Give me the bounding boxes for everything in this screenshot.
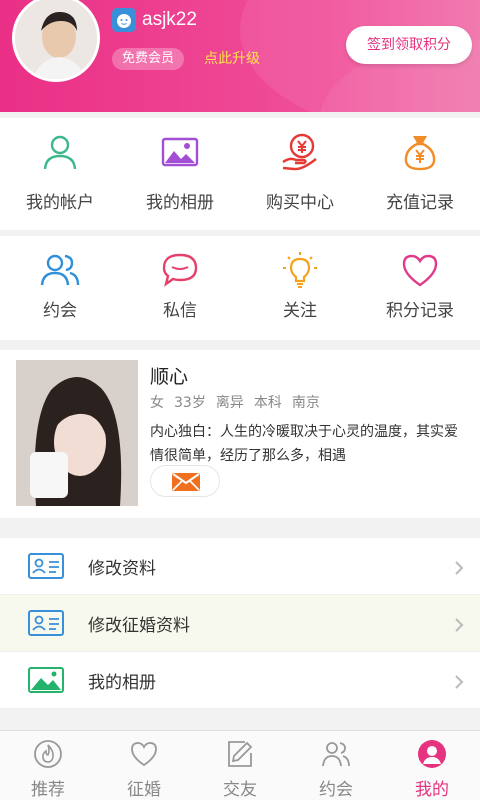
profile-age: 33岁 bbox=[174, 395, 206, 411]
profile-photo[interactable] bbox=[16, 360, 138, 506]
menu-item-edit-profile[interactable]: 修改资料 bbox=[0, 538, 480, 595]
tab-label: 征婚 bbox=[127, 780, 161, 800]
tab-label: 推荐 bbox=[31, 780, 65, 800]
tab-recommend[interactable]: 推荐 bbox=[0, 731, 96, 800]
tab-dating[interactable]: 约会 bbox=[288, 731, 384, 800]
grid-item-label: 约会 bbox=[43, 301, 77, 321]
settings-menu: 修改资料 修改征婚资料 我的相册 bbox=[0, 538, 480, 709]
grid-item-label: 积分记录 bbox=[386, 301, 454, 321]
grid-item-album[interactable]: 我的相册 bbox=[120, 118, 240, 230]
money-bag-icon bbox=[404, 136, 436, 171]
lightbulb-icon bbox=[283, 252, 317, 288]
grid-item-purchase[interactable]: 购买中心 bbox=[240, 118, 360, 230]
heart-icon bbox=[402, 254, 438, 287]
social-grid: 约会 私信 关注 积分记录 bbox=[0, 236, 480, 340]
chevron-right-icon bbox=[455, 675, 464, 689]
tab-label: 约会 bbox=[319, 780, 353, 800]
id-card-icon bbox=[28, 553, 64, 579]
sign-in-button[interactable]: 签到领取积分 bbox=[346, 26, 472, 64]
grid-item-follow[interactable]: 关注 bbox=[240, 236, 360, 340]
tab-label: 我的 bbox=[415, 780, 449, 800]
profile-bio: 内心独白：人生的冷暖取决于心灵的温度，其实爱情很简单，经历了那么多，相遇 bbox=[150, 424, 458, 464]
menu-item-edit-marriage-profile[interactable]: 修改征婚资料 bbox=[0, 595, 480, 652]
avatar[interactable] bbox=[12, 0, 100, 82]
grid-item-label: 我的帐户 bbox=[26, 193, 94, 213]
grid-item-recharge[interactable]: 充值记录 bbox=[360, 118, 480, 230]
envelope-icon bbox=[172, 473, 200, 491]
grid-item-dating[interactable]: 约会 bbox=[0, 236, 120, 340]
grid-item-label: 充值记录 bbox=[386, 193, 454, 213]
profile-name: 顺心 bbox=[150, 366, 189, 388]
user-icon bbox=[43, 135, 77, 170]
grid-item-points[interactable]: 积分记录 bbox=[360, 236, 480, 340]
profile-marital: 离异 bbox=[215, 395, 244, 411]
upgrade-link[interactable]: 点此升级 bbox=[204, 48, 260, 70]
profile-education: 本科 bbox=[253, 395, 282, 411]
people-icon bbox=[40, 254, 80, 286]
account-grid: 我的帐户 我的相册 购买中心 充值记录 bbox=[0, 118, 480, 230]
baby-icon bbox=[112, 8, 136, 32]
grid-item-messages[interactable]: 私信 bbox=[120, 236, 240, 340]
profile-gender: 女 bbox=[150, 395, 164, 411]
member-badge: 免费会员 bbox=[112, 48, 185, 70]
bottom-tab-bar: 推荐 征婚 交友 约会 我的 bbox=[0, 730, 480, 800]
username: asjk22 bbox=[142, 9, 197, 30]
grid-item-label: 购买中心 bbox=[266, 193, 334, 213]
menu-item-label: 修改资料 bbox=[88, 559, 156, 579]
heart-outline-icon bbox=[131, 742, 157, 767]
tab-marriage[interactable]: 征婚 bbox=[96, 731, 192, 800]
menu-item-my-album[interactable]: 我的相册 bbox=[0, 652, 480, 709]
profile-header: asjk22 免费会员 点此升级 签到领取积分 bbox=[0, 0, 480, 112]
album-icon bbox=[161, 137, 199, 167]
grid-item-label: 私信 bbox=[163, 301, 197, 321]
chevron-right-icon bbox=[455, 561, 464, 575]
chat-icon bbox=[162, 253, 198, 287]
menu-item-label: 我的相册 bbox=[88, 673, 156, 693]
flame-icon bbox=[34, 740, 62, 768]
photo-icon bbox=[28, 667, 64, 693]
id-card-icon bbox=[28, 610, 64, 636]
grid-item-label: 我的相册 bbox=[146, 193, 214, 213]
profile-icon bbox=[418, 740, 446, 768]
message-button[interactable] bbox=[150, 465, 220, 497]
people-icon bbox=[322, 742, 350, 767]
tab-mine[interactable]: 我的 bbox=[384, 731, 480, 800]
profile-meta: 女 33岁 离异 本科 南京 bbox=[150, 392, 320, 412]
grid-item-account[interactable]: 我的帐户 bbox=[0, 118, 120, 230]
tab-label: 交友 bbox=[223, 780, 257, 800]
tab-friends[interactable]: 交友 bbox=[192, 731, 288, 800]
yuan-hand-icon bbox=[282, 133, 317, 171]
profile-card[interactable]: 顺心 女 33岁 离异 本科 南京 内心独白：人生的冷暖取决于心灵的温度，其实爱… bbox=[0, 350, 480, 518]
edit-icon bbox=[228, 741, 253, 767]
chevron-right-icon bbox=[455, 618, 464, 632]
profile-city: 南京 bbox=[291, 395, 320, 411]
menu-item-label: 修改征婚资料 bbox=[88, 616, 190, 636]
grid-item-label: 关注 bbox=[283, 301, 317, 321]
